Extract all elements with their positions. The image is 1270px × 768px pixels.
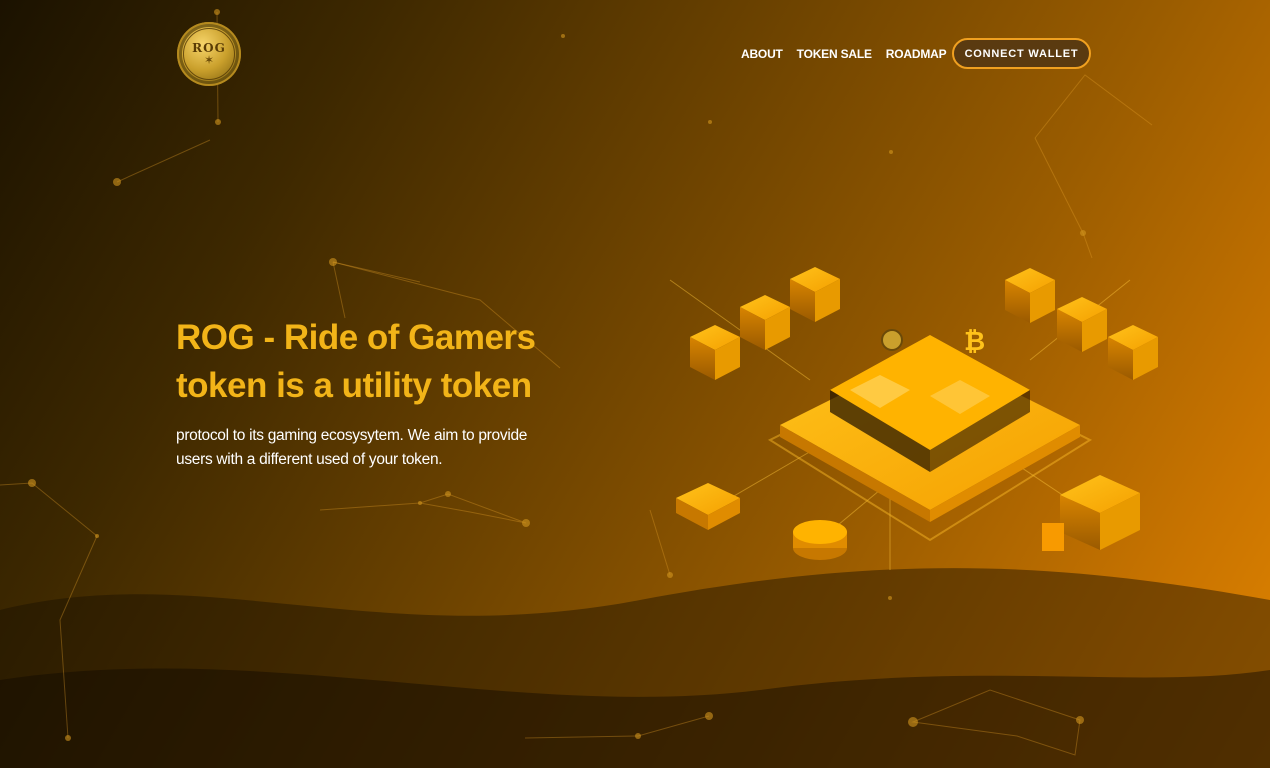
- nav-token-sale[interactable]: TOKEN SALE: [797, 47, 872, 61]
- isometric-blockchain-icon: ₿: [669, 267, 1158, 570]
- hero-title-line-2: token is a utility token: [176, 366, 532, 405]
- nav-roadmap[interactable]: ROADMAP: [886, 47, 947, 61]
- eagle-emblem-icon: ROG ✶: [183, 28, 235, 80]
- nav-about[interactable]: ABOUT: [741, 47, 783, 61]
- hero-title: ROG - Ride of Gamers token is a utility …: [176, 314, 536, 410]
- hero-description-line-2: users with a different used of your toke…: [176, 451, 443, 468]
- hero-title-line-1: ROG - Ride of Gamers: [176, 318, 536, 357]
- main-nav: ABOUT TOKEN SALE ROADMAP: [741, 47, 947, 61]
- hero-description-line-1: protocol to its gaming ecosysytem. We ai…: [176, 427, 528, 444]
- bitcoin-icon: ₿: [964, 327, 985, 357]
- connect-wallet-button[interactable]: CONNECT WALLET: [952, 38, 1091, 69]
- hero-description: protocol to its gaming ecosysytem. We ai…: [176, 424, 586, 472]
- brand-logo[interactable]: ROG ✶: [177, 22, 241, 86]
- eagle-wings-icon: ✶: [203, 53, 215, 67]
